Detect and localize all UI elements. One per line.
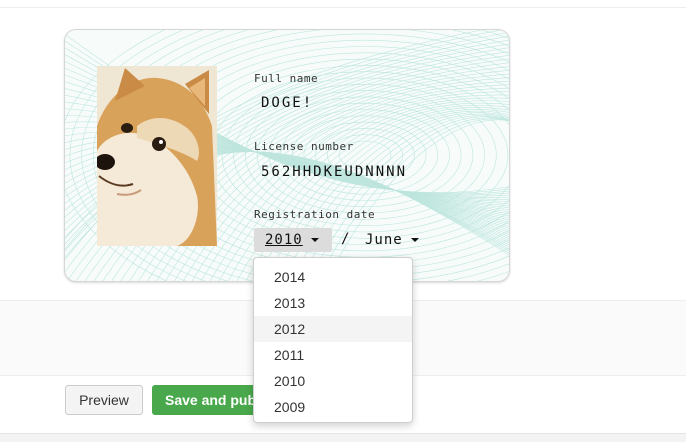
preview-button[interactable]: Preview	[65, 385, 143, 415]
full-name-value: DOGE!	[261, 95, 314, 111]
year-option[interactable]: 2013	[254, 290, 412, 316]
caret-down-icon	[310, 238, 319, 242]
year-option[interactable]: 2009	[254, 394, 412, 420]
license-number-label: License number	[254, 140, 354, 153]
full-name-label: Full name	[254, 72, 319, 85]
caret-down-icon	[410, 238, 419, 242]
date-separator: /	[341, 231, 350, 247]
doge-photo	[97, 66, 217, 246]
page: Full name DOGE! License number 562HHDKEU…	[0, 0, 686, 442]
year-option[interactable]: 2011	[254, 342, 412, 368]
month-select[interactable]: June	[365, 228, 419, 252]
registration-date-label: Registration date	[254, 208, 376, 221]
year-dropdown-menu: 2014 2013 2012 2011 2010 2009	[253, 257, 413, 423]
license-number-value: 562HHDKEUDNNNN	[261, 164, 408, 180]
year-option[interactable]: 2010	[254, 368, 412, 394]
divider	[0, 7, 686, 8]
year-select[interactable]: 2010	[254, 228, 332, 252]
license-card: Full name DOGE! License number 562HHDKEU…	[64, 29, 510, 282]
footer-rule	[0, 433, 686, 442]
year-option-highlighted[interactable]: 2012	[254, 316, 412, 342]
year-option[interactable]: 2014	[254, 264, 412, 290]
year-select-value: 2010	[265, 232, 303, 248]
month-select-value: June	[365, 232, 403, 248]
